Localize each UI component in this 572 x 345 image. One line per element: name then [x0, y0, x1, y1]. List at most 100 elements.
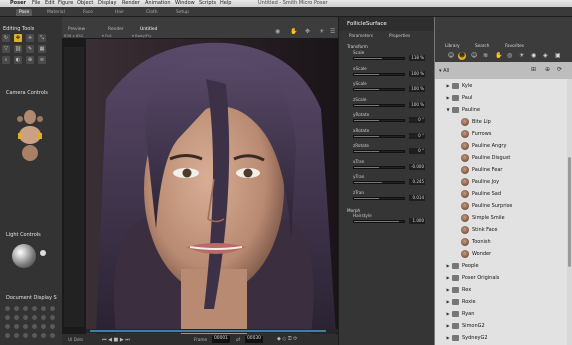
library-pose-row[interactable]: Pauline Angry	[435, 141, 567, 151]
transform-group-label[interactable]: Transform	[347, 44, 368, 49]
parameter-dial[interactable]	[353, 88, 405, 91]
camera-select[interactable]: ▾ Body/Fly	[132, 33, 151, 38]
parameter-value[interactable]: 100 %	[409, 70, 425, 77]
cameras-category-icon[interactable]: ◉	[531, 52, 536, 59]
chevron-right-icon[interactable]: ▶	[445, 309, 451, 319]
ui-dots-label[interactable]: UI Dots	[68, 337, 83, 342]
chevron-right-icon[interactable]: ▶	[445, 285, 451, 295]
library-pose-row[interactable]: Bite Lip	[435, 117, 567, 127]
tab-properties[interactable]: Properties	[389, 33, 410, 38]
chevron-right-icon[interactable]: ▶	[445, 297, 451, 307]
menu-help[interactable]: Help	[220, 0, 231, 7]
tab-pose[interactable]: Pose	[16, 9, 33, 16]
library-pose-row[interactable]: Wonder	[435, 249, 567, 259]
library-tab-library[interactable]: Library	[445, 43, 460, 48]
parameter-dial[interactable]	[353, 72, 405, 76]
camera-icon[interactable]: ◉	[275, 28, 280, 35]
parameter-dial[interactable]	[353, 150, 405, 153]
parameter-value[interactable]: 0 °	[409, 132, 425, 139]
menu-figure[interactable]: Figure	[58, 0, 73, 7]
library-pose-row[interactable]: Pauline Sad	[435, 189, 567, 199]
library-pose-row[interactable]: Pauline Surprise	[435, 201, 567, 211]
twist-tool-icon[interactable]: ✥	[14, 34, 22, 42]
menu-object[interactable]: Object	[77, 0, 93, 7]
library-pose-row[interactable]: Pauline Disgust	[435, 153, 567, 163]
options-icon[interactable]: ☰	[330, 28, 335, 35]
parameter-value[interactable]: 118 %	[409, 55, 425, 61]
keyframe-controls[interactable]: ◆ ◇ ⚿ ⟳	[277, 336, 297, 342]
library-folder-row[interactable]: ▶ SydneyG2	[435, 333, 567, 343]
light-icon[interactable]: ☀	[319, 28, 324, 35]
display-styles-grid[interactable]	[3, 304, 59, 342]
library-folder-row[interactable]: ▶ Ryan	[435, 309, 567, 319]
chevron-right-icon[interactable]: ▶	[445, 93, 451, 103]
hand-icon[interactable]: ✋	[290, 28, 297, 35]
tab-setup[interactable]: Setup	[173, 9, 192, 16]
library-pose-row[interactable]: Simple Smile	[435, 213, 567, 223]
menu-edit[interactable]: Edit	[45, 0, 55, 7]
parameter-dial[interactable]	[353, 119, 405, 122]
hands-category-icon[interactable]: ✋	[495, 52, 502, 59]
figure-select[interactable]: ▾ Full	[102, 33, 112, 38]
tab-material[interactable]: Material	[44, 9, 68, 16]
tab-parameters[interactable]: Parameters	[349, 33, 373, 38]
move-icon[interactable]: ✥	[305, 28, 310, 35]
tab-cloth[interactable]: Cloth	[143, 9, 160, 16]
play-controls[interactable]: ⏮ ◀ ■ ▶ ⏭	[102, 337, 130, 343]
library-view-icon[interactable]: ⊞	[531, 66, 536, 73]
parameter-dial[interactable]	[353, 165, 405, 169]
chevron-right-icon[interactable]: ▶	[445, 321, 451, 331]
scenes-category-icon[interactable]: ▣	[555, 52, 561, 59]
library-scroll-thumb[interactable]	[568, 157, 571, 267]
props-category-icon[interactable]: ◎	[507, 52, 512, 59]
parameter-dial[interactable]	[353, 103, 405, 107]
grouping-tool-icon[interactable]: ▦	[38, 45, 46, 53]
view-magnifier-icon[interactable]: ⌕	[2, 56, 10, 64]
lights-category-icon[interactable]: ☀	[519, 52, 524, 59]
parameters-title[interactable]: FollicleSurface	[347, 21, 387, 27]
parameter-dial[interactable]	[353, 196, 405, 200]
tab-hair[interactable]: Hair	[112, 9, 127, 16]
hair-tool-icon[interactable]: ≋	[38, 56, 46, 64]
chain-break-icon[interactable]: ⛓	[14, 45, 22, 53]
parameter-value[interactable]: 0.245	[409, 179, 425, 185]
library-add-icon[interactable]: ⊕	[545, 66, 550, 73]
parameter-dial[interactable]	[353, 220, 405, 223]
library-tab-favorites[interactable]: Favorites	[505, 43, 524, 48]
viewport-tab-render[interactable]: Render	[108, 27, 124, 32]
library-folder-row[interactable]: ▶ People	[435, 261, 567, 271]
tab-face[interactable]: Face	[80, 9, 96, 16]
color-tool-icon[interactable]: ✎	[26, 45, 34, 53]
rotate-tool-icon[interactable]: ↻	[2, 34, 10, 42]
menu-app-name[interactable]: Poser	[10, 0, 26, 7]
parameter-value[interactable]: 100 %	[409, 86, 425, 92]
chevron-right-icon[interactable]: ▶	[445, 81, 451, 91]
light-sphere-icon[interactable]	[12, 244, 36, 268]
library-pose-row[interactable]: Stink Face	[435, 225, 567, 235]
library-folder-row[interactable]: ▶ SimonG2	[435, 321, 567, 331]
library-folder-row[interactable]: ▶ Kyle	[435, 81, 567, 91]
chevron-right-icon[interactable]: ▶	[445, 333, 451, 343]
parameter-value[interactable]: 0 °	[409, 148, 425, 154]
library-pose-row[interactable]: Furrows	[435, 129, 567, 139]
library-pose-row[interactable]: Pauline Joy	[435, 177, 567, 187]
parameter-value[interactable]: 0.014	[409, 194, 425, 201]
parameter-value[interactable]: 1.000	[409, 218, 425, 224]
library-folder-row[interactable]: ▶ Poser Originals	[435, 273, 567, 283]
menu-window[interactable]: Window	[175, 0, 195, 7]
scale-tool-icon[interactable]: ⤡	[38, 34, 46, 42]
frame-total-field[interactable]: 00030	[245, 336, 263, 343]
menu-display[interactable]: Display	[98, 0, 116, 7]
timeline-track[interactable]	[86, 329, 338, 333]
light-dot-icon[interactable]	[40, 250, 46, 256]
library-pose-row[interactable]: Pauline Fear	[435, 165, 567, 175]
parameter-dial[interactable]	[353, 134, 405, 138]
translate-tool-icon[interactable]: ✛	[26, 34, 34, 42]
parameter-value[interactable]: 0 °	[409, 117, 425, 123]
library-folder-row[interactable]: ▶ Roxie	[435, 297, 567, 307]
menu-file[interactable]: File	[32, 0, 40, 7]
library-root-label[interactable]: ▾ All	[439, 68, 449, 74]
materials-category-icon[interactable]: ◈	[543, 52, 548, 59]
menu-animation[interactable]: Animation	[145, 0, 171, 7]
chevron-down-icon[interactable]: ▼	[445, 105, 451, 115]
